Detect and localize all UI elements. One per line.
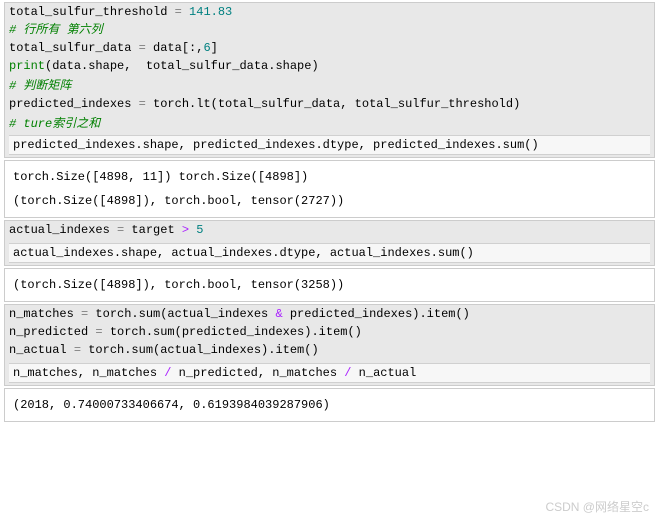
builtin: print	[9, 59, 45, 73]
blank-line	[5, 239, 654, 241]
comment-line: # 行所有 第六列	[5, 21, 654, 39]
assign: =	[74, 343, 81, 357]
code-line: n_actual = torch.sum(actual_indexes).ite…	[5, 341, 654, 359]
comment-line: # 判断矩阵	[5, 77, 654, 95]
text: n_predicted, n_matches	[171, 366, 344, 380]
assign: =	[95, 325, 102, 339]
watermark: CSDN @网络星空c	[545, 498, 649, 515]
blank-line	[5, 359, 654, 361]
code-line: print(data.shape, total_sulfur_data.shap…	[5, 57, 654, 75]
text: data[:,	[146, 41, 204, 55]
output-cell-2: (torch.Size([4898]), torch.bool, tensor(…	[4, 268, 655, 302]
code-line: predicted_indexes = torch.lt(total_sulfu…	[5, 95, 654, 113]
text: actual_indexes	[9, 223, 117, 237]
text: n_matches	[9, 307, 81, 321]
output-cell-1: torch.Size([4898, 11]) torch.Size([4898]…	[4, 160, 655, 218]
output-line: torch.Size([4898, 11]) torch.Size([4898]…	[9, 165, 650, 189]
text: torch.sum(actual_indexes).item()	[81, 343, 319, 357]
code-line: actual_indexes.shape, actual_indexes.dty…	[9, 243, 650, 263]
text: torch.sum(predicted_indexes).item()	[103, 325, 362, 339]
code-cell-3: n_matches = torch.sum(actual_indexes & p…	[4, 304, 655, 386]
text: target	[124, 223, 182, 237]
text: n_actual	[9, 343, 74, 357]
code-cell-1: total_sulfur_threshold = 141.83 # 行所有 第六…	[4, 2, 655, 158]
assign: =	[167, 5, 189, 19]
code-line: total_sulfur_threshold = 141.83	[5, 3, 654, 21]
text: torch.lt(total_sulfur_data, total_sulfur…	[146, 97, 520, 111]
text: n_matches, n_matches	[13, 366, 164, 380]
code-cell-2: actual_indexes = target > 5 actual_index…	[4, 220, 655, 266]
code-line: total_sulfur_data = data[:,6]	[5, 39, 654, 57]
output-line: (2018, 0.74000733406674, 0.6193984039287…	[9, 393, 650, 417]
text: n_predicted	[9, 325, 95, 339]
assign: =	[139, 97, 146, 111]
operator: &	[275, 307, 282, 321]
number: 6	[203, 41, 210, 55]
text: torch.sum(actual_indexes	[88, 307, 275, 321]
text: predicted_indexes	[9, 97, 139, 111]
text: n_actual	[351, 366, 416, 380]
var: total_sulfur_threshold	[9, 5, 167, 19]
text: total_sulfur_data	[9, 41, 139, 55]
text: (data.shape, total_sulfur_data.shape)	[45, 59, 319, 73]
assign: =	[139, 41, 146, 55]
operator: >	[182, 223, 189, 237]
code-line: n_matches = torch.sum(actual_indexes & p…	[5, 305, 654, 323]
text: ]	[211, 41, 218, 55]
number: 141.83	[189, 5, 232, 19]
code-line: n_matches, n_matches / n_predicted, n_ma…	[9, 363, 650, 383]
output-line: (torch.Size([4898]), torch.bool, tensor(…	[9, 189, 650, 213]
number: 5	[196, 223, 203, 237]
output-line: (torch.Size([4898]), torch.bool, tensor(…	[9, 273, 650, 297]
text: predicted_indexes).item()	[283, 307, 470, 321]
code-line: predicted_indexes.shape, predicted_index…	[9, 135, 650, 155]
comment-line: # ture索引之和	[5, 115, 654, 133]
code-line: n_predicted = torch.sum(predicted_indexe…	[5, 323, 654, 341]
output-cell-3: (2018, 0.74000733406674, 0.6193984039287…	[4, 388, 655, 422]
code-line: actual_indexes = target > 5	[5, 221, 654, 239]
